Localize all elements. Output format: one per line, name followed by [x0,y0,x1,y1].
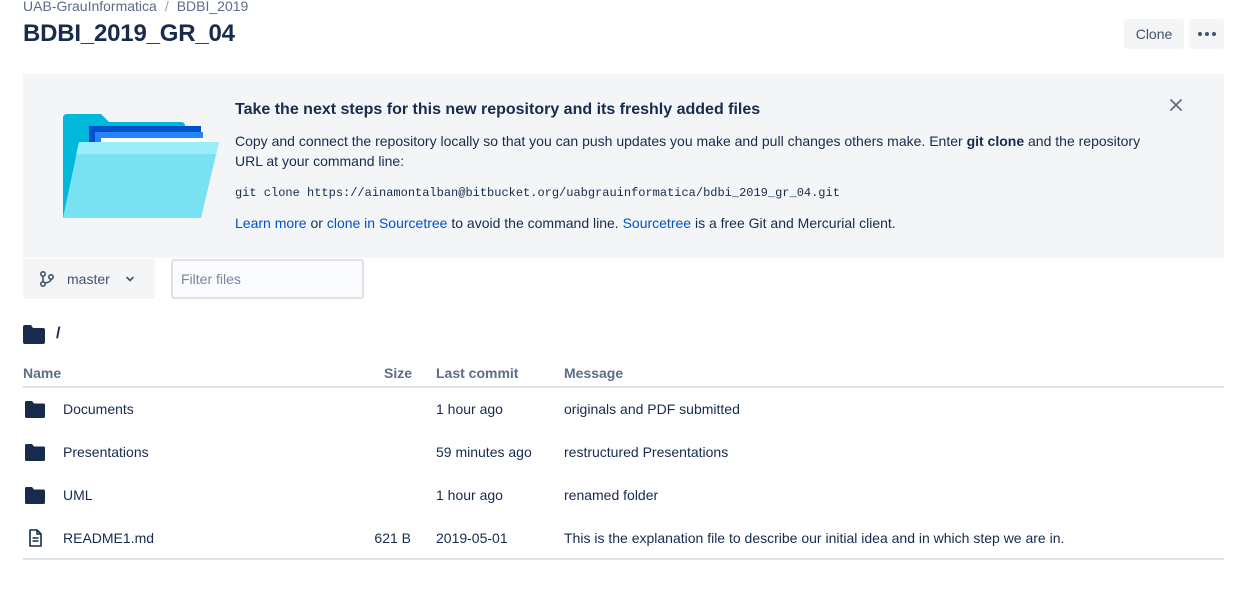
last-commit: 2019-05-01 [436,530,508,546]
commit-message: originals and PDF submitted [564,401,740,417]
last-commit: 59 minutes ago [436,444,532,460]
table-row[interactable]: Presentations 59 minutes ago restructure… [23,431,1224,474]
banner-description: Copy and connect the repository locally … [235,131,1155,171]
banner-text-part: or [306,215,327,231]
folder-illustration [63,114,219,218]
banner-text-part: to avoid the command line. [447,215,623,231]
column-header-last-commit[interactable]: Last commit [436,365,518,381]
banner-text-part: Copy and connect the repository locally … [235,133,967,149]
branch-selector-button[interactable]: master [23,259,155,299]
file-name[interactable]: UML [63,487,93,503]
file-size: 621 B [374,530,411,546]
file-name[interactable]: Documents [63,401,134,417]
close-icon[interactable] [1169,98,1183,112]
file-name[interactable]: README1.md [63,530,154,546]
branch-icon [39,270,55,288]
commit-message: This is the explanation file to describe… [564,530,1065,546]
branch-label: master [67,271,110,287]
folder-icon [23,325,45,344]
column-header-name[interactable]: Name [23,365,61,381]
breadcrumb: UAB-GrauInformatica / BDBI_2019 [23,0,248,14]
file-table: Name Size Last commit Message Documents … [23,360,1224,560]
table-row[interactable]: UML 1 hour ago renamed folder [23,474,1224,517]
page-title: BDBI_2019_GR_04 [23,20,235,47]
commit-message: renamed folder [564,487,659,503]
folder-icon [25,401,45,418]
learn-more-link[interactable]: Learn more [235,215,307,231]
table-header: Name Size Last commit Message [23,360,1224,388]
last-commit: 1 hour ago [436,487,503,503]
banner-heading: Take the next steps for this new reposit… [235,101,761,118]
sourcetree-link[interactable]: Sourcetree [623,215,691,231]
folder-icon [25,444,45,461]
last-commit: 1 hour ago [436,401,503,417]
table-row[interactable]: README1.md 621 B 2019-05-01 This is the … [23,517,1224,560]
banner-links: Learn more or clone in Sourcetree to avo… [235,215,896,231]
more-actions-button[interactable] [1189,19,1224,49]
clone-in-sourcetree-link[interactable]: clone in Sourcetree [327,215,448,231]
next-steps-banner: Take the next steps for this new reposit… [23,74,1224,258]
path-text: / [56,325,61,342]
filter-files-input[interactable] [171,259,364,299]
ellipsis-icon [1204,32,1209,36]
chevron-down-icon [126,276,134,282]
folder-icon [25,487,45,504]
file-name[interactable]: Presentations [63,444,149,460]
breadcrumb-separator: / [164,0,169,14]
commit-message: restructured Presentations [564,444,729,460]
column-header-size[interactable]: Size [384,365,412,381]
file-icon [29,529,42,547]
column-header-message[interactable]: Message [564,365,623,381]
current-path: / [23,324,60,344]
git-clone-command[interactable]: git clone https://ainamontalban@bitbucke… [235,186,840,200]
breadcrumb-project-link[interactable]: BDBI_2019 [177,0,249,14]
breadcrumb-workspace-link[interactable]: UAB-GrauInformatica [23,0,157,14]
banner-text-bold: git clone [966,133,1025,149]
clone-button[interactable]: Clone [1124,19,1184,49]
banner-text-part: is a free Git and Mercurial client. [691,215,896,231]
ellipsis-icon [1197,32,1202,36]
table-row[interactable]: Documents 1 hour ago originals and PDF s… [23,388,1224,431]
ellipsis-icon [1211,32,1216,36]
